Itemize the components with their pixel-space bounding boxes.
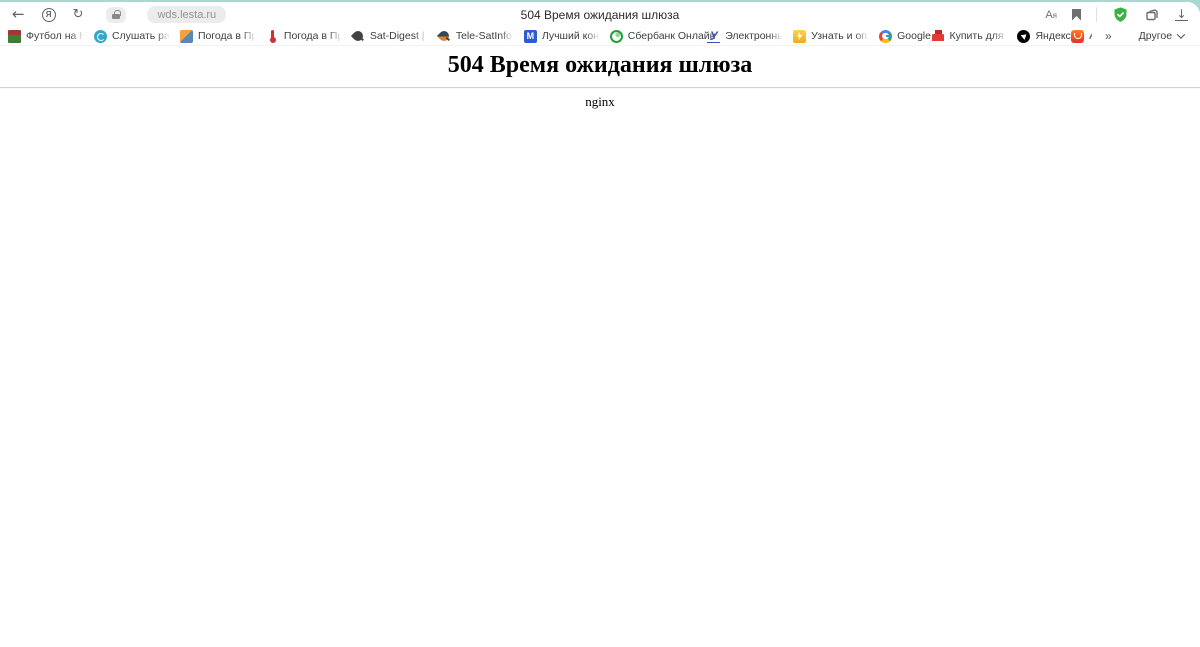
translate-letter-a: A (1045, 8, 1053, 21)
nav-controls: ← Я ↻ wds.lesta.ru (12, 6, 227, 23)
bookmark-label: Узнать и оплатить (811, 30, 871, 42)
bookmark-item[interactable]: Сбербанк Онлайн (609, 29, 715, 43)
bookmark-label: Погода в Привол (197, 30, 257, 42)
bookmark-flag-icon[interactable] (1072, 8, 1081, 21)
football-favicon (8, 29, 21, 43)
bookmark-item[interactable]: Яндекс (1017, 29, 1071, 43)
bookmark-item[interactable]: Футбол на Кулич (8, 29, 85, 43)
back-icon[interactable]: ← (12, 7, 25, 22)
site-security-badge[interactable] (106, 6, 127, 23)
bookmark-item[interactable]: Google (879, 29, 931, 43)
bookmark-label: Слушать радио Д (111, 30, 171, 42)
toolbar-divider (1096, 7, 1097, 22)
address-bar[interactable]: wds.lesta.ru (147, 6, 227, 23)
bookmark-label: Яндекс (1035, 30, 1071, 42)
chevron-down-icon (1176, 30, 1186, 39)
mail-m-favicon: M (523, 29, 537, 43)
bookmark-label: Google (897, 30, 931, 42)
toolbar-actions: Aя ↓ (1045, 6, 1188, 23)
bookmarks-other-label: Другое (1138, 30, 1173, 42)
bookmark-item[interactable]: У Электронный кам (707, 30, 784, 43)
bookmark-label: Футбол на Кулич (26, 30, 85, 42)
bookmark-item[interactable]: Узнать и оплатить (793, 29, 871, 43)
bookmark-item[interactable]: Купить для Canon (932, 30, 1009, 43)
radio-favicon (93, 29, 107, 43)
yandex-browser-icon[interactable]: Я (41, 7, 56, 22)
yandex-favicon (1017, 29, 1031, 43)
bookmark-item[interactable]: Погода в Привол (266, 29, 343, 43)
bookmark-item[interactable]: Слушать радио Д (93, 29, 171, 43)
bookmarks-other-menu[interactable]: Другое (1138, 30, 1186, 42)
weather-favicon (179, 29, 193, 43)
collections-icon[interactable] (1144, 7, 1160, 23)
browser-window: ← Я ↻ wds.lesta.ru 504 Время ожидания шл… (0, 2, 1200, 647)
aliexpress-favicon (1071, 29, 1085, 43)
download-icon[interactable]: ↓ (1175, 6, 1188, 21)
bookmark-label: Сбербанк Онлайн (627, 30, 716, 42)
page-content: 504 Время ожидания шлюза nginx (0, 52, 1200, 110)
horizontal-rule (0, 87, 1200, 89)
sberbank-favicon (609, 29, 623, 43)
bookmarks-bar: Футбол на Кулич Слушать радио Д Погода в… (0, 27, 1200, 46)
error-heading: 504 Время ожидания шлюза (447, 52, 753, 78)
signature-favicon: У (707, 28, 721, 43)
bookmark-item[interactable]: Tele-SatInfo.RU :: (438, 30, 515, 43)
satellite-favicon (352, 30, 365, 43)
bookmark-item[interactable]: Погода в Привол (179, 29, 257, 43)
bookmarks-overflow-chevron[interactable]: » (1101, 29, 1116, 43)
signature-letter: У (709, 28, 718, 43)
bookmark-label: Лучший контент (541, 30, 601, 42)
translate-icon[interactable]: Aя (1045, 9, 1057, 21)
bookmark-item[interactable]: А (1071, 29, 1092, 43)
google-favicon (879, 29, 893, 43)
browser-toolbar: ← Я ↻ wds.lesta.ru 504 Время ожидания шл… (0, 2, 1200, 27)
protect-shield-icon[interactable] (1112, 6, 1129, 23)
bookmark-label: А (1089, 30, 1092, 42)
bookmark-label: Купить для Canon (949, 30, 1009, 42)
mail-m-letter: M (526, 31, 535, 41)
refresh-icon[interactable]: ↻ (73, 8, 84, 21)
telesat-favicon (438, 30, 451, 43)
thermometer-favicon (266, 29, 279, 43)
lock-icon (112, 10, 121, 19)
bookmark-label: Tele-SatInfo.RU :: (455, 30, 515, 42)
payment-favicon (793, 29, 807, 43)
bookmark-item[interactable]: M Лучший контент (523, 29, 601, 43)
printer-favicon (932, 30, 945, 43)
bookmark-label: Sat-Digest | Ежед (369, 30, 429, 42)
translate-letter-ya: я (1052, 10, 1057, 20)
server-signature: nginx (585, 94, 615, 109)
bookmark-label: Электронный кам (725, 30, 785, 42)
page-title: 504 Время ожидания шлюза (520, 7, 680, 22)
bookmark-label: Погода в Привол (283, 30, 343, 42)
download-arrow: ↓ (1176, 6, 1187, 21)
bookmark-item[interactable]: Sat-Digest | Ежед (352, 30, 429, 43)
